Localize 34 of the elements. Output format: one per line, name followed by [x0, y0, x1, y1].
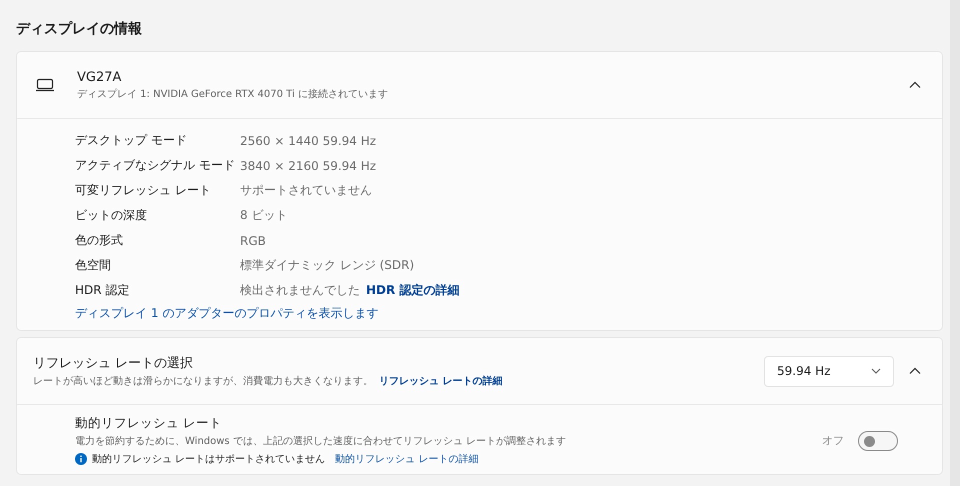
- detail-label: デスクトップ モード: [75, 132, 188, 149]
- chevron-icon: [909, 81, 921, 89]
- laptop-icon: [35, 78, 55, 92]
- refresh-rate-title: リフレッシュ レートの選択: [33, 355, 194, 372]
- dynamic-refresh-title: 動的リフレッシュ レート: [75, 415, 223, 432]
- refresh-rate-dropdown[interactable]: 59.94 Hz: [764, 356, 894, 386]
- toggle-switch[interactable]: [858, 430, 898, 450]
- hdr-details-link[interactable]: HDR 認定の詳細: [366, 282, 460, 299]
- detail-label: HDR 認定: [75, 282, 130, 299]
- detail-value: 8 ビット: [240, 207, 288, 224]
- detail-label: ビットの深度: [75, 207, 148, 224]
- section-title: ディスプレイの情報: [16, 20, 143, 39]
- detail-label: アクティブなシグナル モード: [75, 157, 236, 174]
- unsupported-message: 動的リフレッシュ レートはサポートされていません: [92, 453, 326, 466]
- detail-value: 3840 × 2160 59.94 Hz: [240, 158, 376, 172]
- chevron-down-icon: [871, 368, 881, 374]
- detail-label: 可変リフレッシュ レート: [75, 182, 212, 199]
- detail-value: RGB: [240, 234, 266, 248]
- detail-value: 2560 × 1440 59.94 Hz: [240, 134, 376, 148]
- detail-value: 標準ダイナミック レンジ (SDR): [240, 257, 414, 274]
- refresh-rate-description: レートが高いほど動きは滑らかになりますが、消費電力も大きくなります。: [33, 374, 373, 388]
- detail-value: 検出されませんでした: [240, 282, 360, 299]
- info-icon: [75, 453, 87, 465]
- refresh-rate-details-link[interactable]: リフレッシュ レートの詳細: [379, 374, 502, 388]
- display-subtitle: ディスプレイ 1: NVIDIA GeForce RTX 4070 Ti に接続されています: [77, 88, 389, 100]
- toggle-state-label: オフ: [822, 433, 844, 448]
- display-name: VG27A: [77, 70, 122, 84]
- dynamic-refresh-details-link[interactable]: 動的リフレッシュ レートの詳細: [335, 452, 478, 466]
- detail-label: 色空間: [75, 257, 112, 274]
- dynamic-refresh-description: 電力を節約するために、Windows では、上記の選択した速度に合わせてリフレッシュ レートが調整されます: [75, 434, 567, 448]
- detail-label: 色の形式: [75, 232, 124, 249]
- detail-value: サポートされていません: [240, 182, 372, 199]
- adapter-properties-link[interactable]: ディスプレイ 1 のアダプターのプロパティを表示します: [75, 305, 942, 322]
- chevron-icon: [909, 367, 921, 375]
